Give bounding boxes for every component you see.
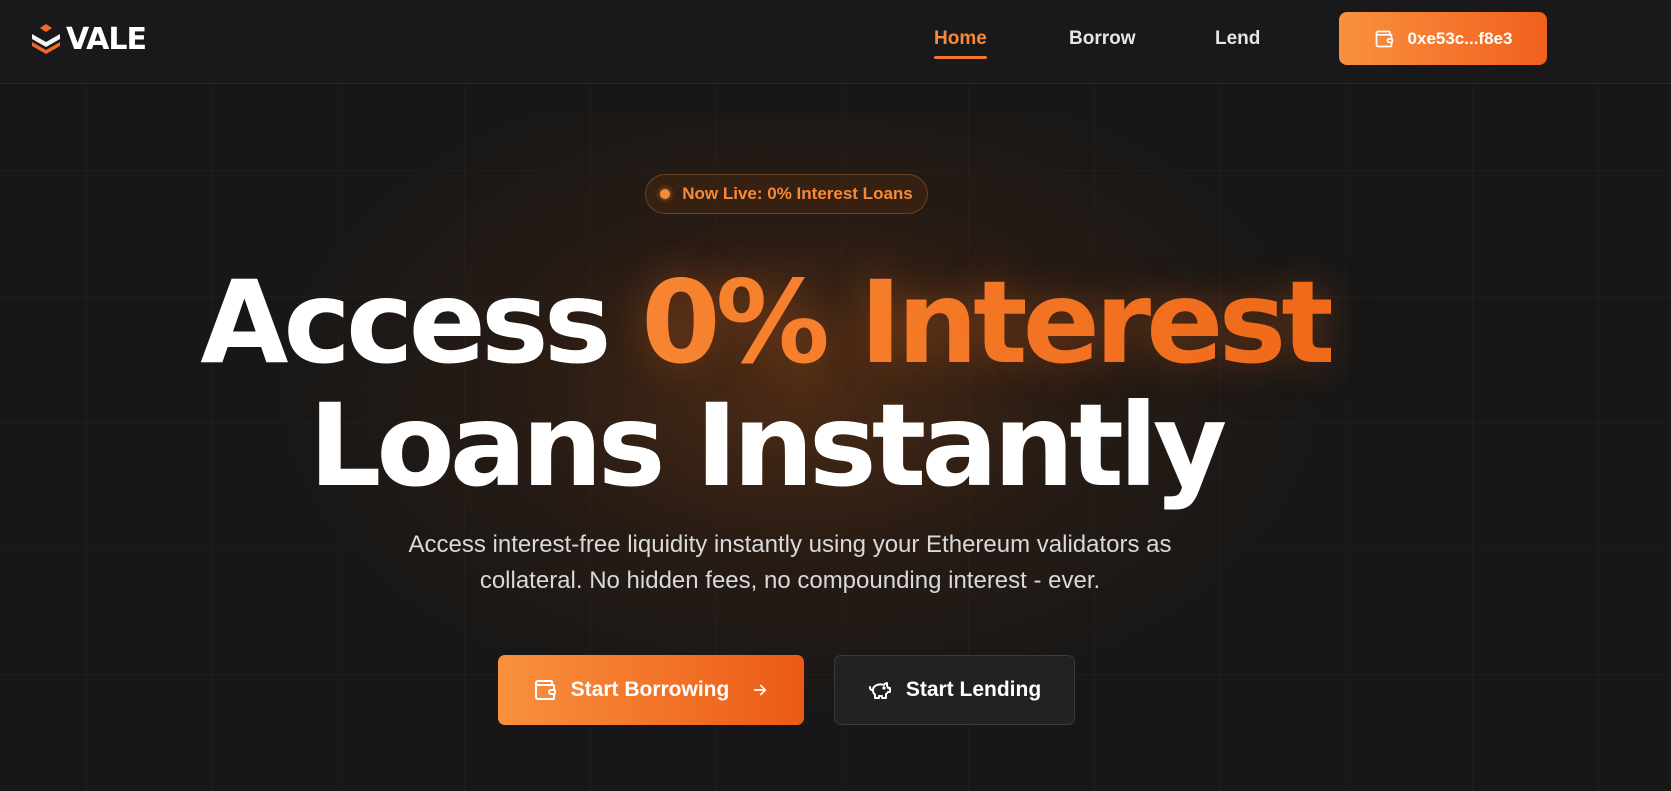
nav-lend[interactable]: Lend bbox=[1215, 28, 1260, 50]
wallet-address-button[interactable]: 0xe53c...f8e3 bbox=[1339, 12, 1547, 65]
wallet-icon bbox=[534, 680, 556, 700]
start-borrowing-button[interactable]: Start Borrowing bbox=[498, 655, 804, 725]
headline-line-2: Loans Instantly bbox=[308, 379, 1227, 512]
hero-headline-line-2: Loans Instantly bbox=[0, 389, 1601, 503]
brand-logo[interactable]: VALE bbox=[28, 21, 147, 57]
subtitle-line-2: collateral. No hidden fees, no compoundi… bbox=[479, 567, 1101, 594]
wallet-address: 0xe53c...f8e3 bbox=[1407, 28, 1513, 48]
badge-text: Now Live: 0% Interest Loans bbox=[682, 184, 913, 203]
wallet-icon bbox=[1375, 30, 1393, 47]
subtitle-line-1: Access interest-free liquidity instantly… bbox=[408, 531, 1172, 558]
live-dot-icon bbox=[660, 189, 671, 199]
top-nav-bar: VALE Home Borrow Lend 0xe53c...f8e3 bbox=[0, 0, 1671, 84]
brand-name: VALE bbox=[66, 21, 147, 57]
piggy-bank-icon bbox=[868, 682, 891, 699]
nav-home[interactable]: Home bbox=[934, 28, 987, 59]
nav-borrow[interactable]: Borrow bbox=[1069, 28, 1136, 50]
headline-accent: 0% Interest bbox=[641, 256, 1336, 389]
start-lending-button[interactable]: Start Lending bbox=[834, 655, 1075, 725]
layers-logo-icon bbox=[32, 24, 60, 54]
start-lending-label: Start Lending bbox=[905, 678, 1042, 701]
start-borrowing-label: Start Borrowing bbox=[570, 678, 730, 701]
hero-headline-line-1: Access 0% Interest bbox=[0, 266, 1601, 380]
arrow-right-icon bbox=[754, 684, 767, 696]
status-badge: Now Live: 0% Interest Loans bbox=[645, 174, 928, 214]
headline-part-1: Access bbox=[200, 256, 642, 389]
page: VALE Home Borrow Lend 0xe53c...f8e3 Now … bbox=[0, 0, 1671, 791]
hero-subtitle: Access interest-free liquidity instantly… bbox=[0, 527, 1580, 599]
